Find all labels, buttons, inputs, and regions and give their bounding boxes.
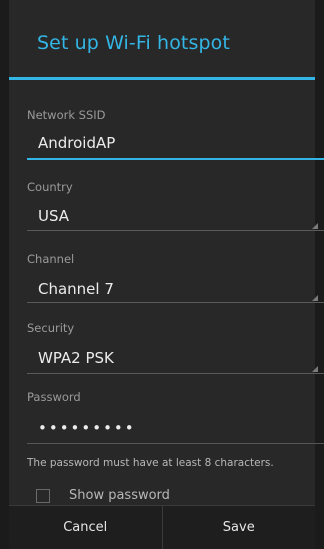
password-helper-text: The password must have at least 8 charac… (27, 457, 274, 469)
channel-spinner-underline (27, 302, 324, 303)
country-spinner[interactable]: USA (38, 207, 69, 225)
security-label: Security (27, 321, 75, 335)
password-input-underline (27, 443, 324, 444)
channel-dropdown-icon (312, 295, 318, 301)
country-dropdown-icon (312, 223, 318, 229)
ssid-input[interactable]: AndroidAP (38, 134, 115, 152)
cancel-button[interactable]: Cancel (9, 506, 162, 549)
title-divider (9, 77, 315, 80)
channel-label: Channel (27, 252, 75, 266)
channel-spinner[interactable]: Channel 7 (38, 280, 114, 298)
ssid-input-underline (27, 158, 324, 160)
password-input[interactable]: ••••••••• (38, 419, 136, 437)
dialog-button-bar: Cancel Save (9, 505, 315, 549)
security-spinner-underline (27, 373, 324, 374)
hotspot-dialog: Set up Wi-Fi hotspot Network SSID Androi… (9, 0, 324, 548)
security-spinner[interactable]: WPA2 PSK (38, 349, 114, 367)
country-spinner-underline (27, 230, 324, 231)
show-password-label[interactable]: Show password (69, 488, 170, 503)
country-label: Country (27, 180, 73, 194)
password-label: Password (27, 390, 81, 404)
security-dropdown-icon (312, 366, 318, 372)
dialog-title: Set up Wi-Fi hotspot (37, 32, 230, 54)
show-password-checkbox[interactable] (36, 489, 50, 503)
save-button[interactable]: Save (163, 506, 316, 549)
ssid-label: Network SSID (27, 108, 106, 122)
